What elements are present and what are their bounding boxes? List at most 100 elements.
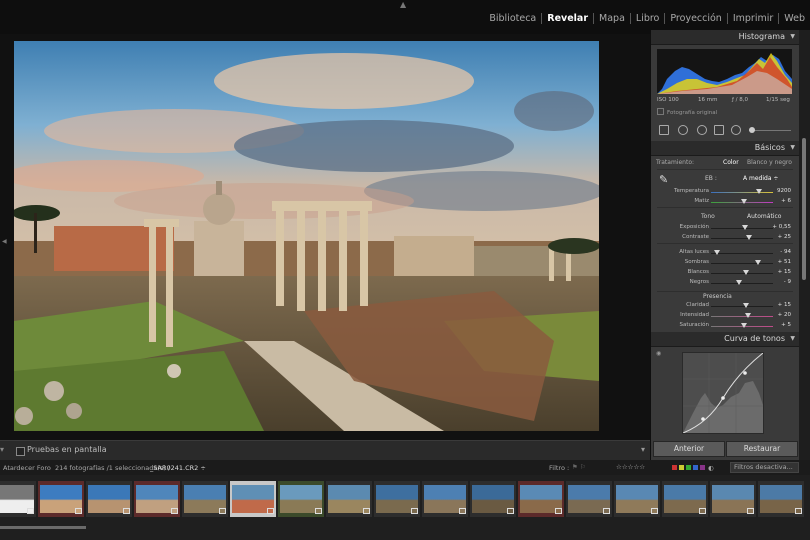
original-photo-toggle[interactable]: Fotografía original <box>657 108 717 116</box>
slider-handle[interactable] <box>743 270 750 275</box>
filmstrip-thumbnail[interactable] <box>374 481 420 517</box>
slider-track[interactable] <box>711 192 773 193</box>
slider-track[interactable] <box>711 263 773 264</box>
slider-track[interactable] <box>711 316 773 317</box>
module-web[interactable]: Web <box>778 13 810 24</box>
green-label-icon[interactable] <box>686 465 691 470</box>
slider-row[interactable]: Contraste + 25 <box>651 233 799 242</box>
soft-proof-checkbox[interactable] <box>16 447 25 456</box>
basics-header[interactable]: Básicos ▼ <box>651 141 799 156</box>
filmstrip-thumbnail[interactable] <box>518 481 564 517</box>
slider-track[interactable] <box>711 306 773 307</box>
filmstrip-thumbnail[interactable] <box>38 481 84 517</box>
purple-label-icon[interactable] <box>700 465 705 470</box>
slider-handle[interactable] <box>740 323 747 328</box>
module-library[interactable]: Biblioteca <box>484 13 541 24</box>
slider-value[interactable]: + 15 <box>778 269 791 275</box>
collapse-icon[interactable]: ▼ <box>790 33 795 40</box>
slider-row[interactable]: Matiz + 6 <box>651 197 799 206</box>
module-map[interactable]: Mapa <box>593 13 630 24</box>
slider-value[interactable]: + 6 <box>781 198 791 204</box>
eyedropper-icon[interactable]: ✎ <box>659 173 668 186</box>
filmstrip-thumbnail[interactable] <box>662 481 708 517</box>
auto-tone-button[interactable]: Automático <box>747 213 781 220</box>
slider-value[interactable]: - 94 <box>780 249 791 255</box>
toolbar-options-icon[interactable]: ▾ <box>641 445 645 454</box>
yellow-label-icon[interactable] <box>679 465 684 470</box>
filmstrip-thumbnail[interactable] <box>86 481 132 517</box>
left-panel-toggle-icon[interactable]: ◀ <box>2 238 7 245</box>
selected-filename[interactable]: _SAR0241.CR2 ÷ <box>150 464 206 472</box>
slider-row[interactable]: Sombras + 51 <box>651 258 799 267</box>
slider-track[interactable] <box>711 238 773 239</box>
slider-row[interactable]: Claridad + 15 <box>651 301 799 310</box>
treatment-bw[interactable]: Blanco y negro <box>747 159 792 166</box>
slider-handle[interactable] <box>745 313 752 318</box>
flag-filter-icon[interactable]: ⚑ ⚐ <box>572 463 586 471</box>
blue-label-icon[interactable] <box>693 465 698 470</box>
attribute-filter-icon[interactable]: ◐ <box>708 464 714 472</box>
slider-track[interactable] <box>711 273 773 274</box>
slider-handle[interactable] <box>743 303 750 308</box>
collapse-icon[interactable]: ▼ <box>790 144 795 151</box>
panel-scrollbar[interactable] <box>799 30 810 460</box>
filmstrip-thumbnail[interactable] <box>134 481 180 517</box>
slider-value[interactable]: - 9 <box>784 279 791 285</box>
slider-row[interactable]: Intensidad + 20 <box>651 311 799 320</box>
star-filter[interactable]: ☆☆☆☆☆ <box>616 463 645 471</box>
module-develop[interactable]: Revelar <box>541 13 593 24</box>
slider-value[interactable]: + 20 <box>778 312 791 318</box>
treatment-color[interactable]: Color <box>723 159 739 166</box>
tone-curve-header[interactable]: Curva de tonos ▼ <box>651 332 799 347</box>
slider-value[interactable]: + 15 <box>778 302 791 308</box>
source-label[interactable]: Atardecer Foro <box>3 464 51 472</box>
brush-icon[interactable] <box>749 127 755 133</box>
toolbar-menu-icon[interactable]: ▾ <box>0 445 8 454</box>
filmstrip-thumbnail[interactable] <box>710 481 756 517</box>
module-book[interactable]: Libro <box>629 13 664 24</box>
target-adjust-icon[interactable]: ◉ <box>656 350 661 357</box>
main-photo[interactable] <box>14 41 599 431</box>
slider-handle[interactable] <box>740 199 747 204</box>
module-slideshow[interactable]: Proyección <box>664 13 726 24</box>
slider-value[interactable]: + 25 <box>778 234 791 240</box>
crop-icon[interactable] <box>659 125 669 135</box>
radial-filter-icon[interactable] <box>731 125 741 135</box>
slider-handle[interactable] <box>735 280 742 285</box>
slider-handle[interactable] <box>756 189 763 194</box>
slider-value[interactable]: + 51 <box>778 259 791 265</box>
slider-value[interactable]: + 5 <box>781 322 791 328</box>
spot-removal-icon[interactable] <box>678 125 688 135</box>
red-label-icon[interactable] <box>672 465 677 470</box>
top-panel-toggle-icon[interactable]: ▲ <box>400 0 406 9</box>
filmstrip-thumbnail[interactable] <box>278 481 324 517</box>
collapse-icon[interactable]: ▼ <box>790 335 795 342</box>
filmstrip-thumbnail[interactable] <box>0 481 36 517</box>
filmstrip-scrollbar[interactable] <box>0 526 86 529</box>
slider-row[interactable]: Saturación + 5 <box>651 321 799 330</box>
slider-row[interactable]: Altas luces - 94 <box>651 248 799 257</box>
slider-handle[interactable] <box>742 225 749 230</box>
histogram[interactable] <box>657 49 792 94</box>
filmstrip-thumbnail[interactable] <box>326 481 372 517</box>
scrollbar-thumb[interactable] <box>802 138 806 280</box>
filmstrip-thumbnail[interactable] <box>614 481 660 517</box>
tone-curve-graph[interactable] <box>682 352 764 434</box>
filmstrip-thumbnail[interactable] <box>182 481 228 517</box>
slider-row[interactable]: Temperatura 9200 <box>651 187 799 196</box>
graduated-filter-icon[interactable] <box>714 125 724 135</box>
module-print[interactable]: Imprimir <box>726 13 778 24</box>
filmstrip-thumbnail[interactable] <box>566 481 612 517</box>
filmstrip-thumbnail[interactable] <box>230 481 276 517</box>
slider-value[interactable]: 9200 <box>777 188 791 194</box>
previous-button[interactable]: Anterior <box>653 441 725 457</box>
slider-value[interactable]: + 0,55 <box>772 224 791 230</box>
slider-row[interactable]: Negros - 9 <box>651 278 799 287</box>
filmstrip-thumbnail[interactable] <box>758 481 804 517</box>
slider-handle[interactable] <box>714 250 721 255</box>
reset-button[interactable]: Restaurar <box>726 441 798 457</box>
filmstrip-thumbnail[interactable] <box>422 481 468 517</box>
filmstrip-thumbnail[interactable] <box>470 481 516 517</box>
original-checkbox[interactable] <box>657 108 664 115</box>
slider-row[interactable]: Exposición + 0,55 <box>651 223 799 232</box>
